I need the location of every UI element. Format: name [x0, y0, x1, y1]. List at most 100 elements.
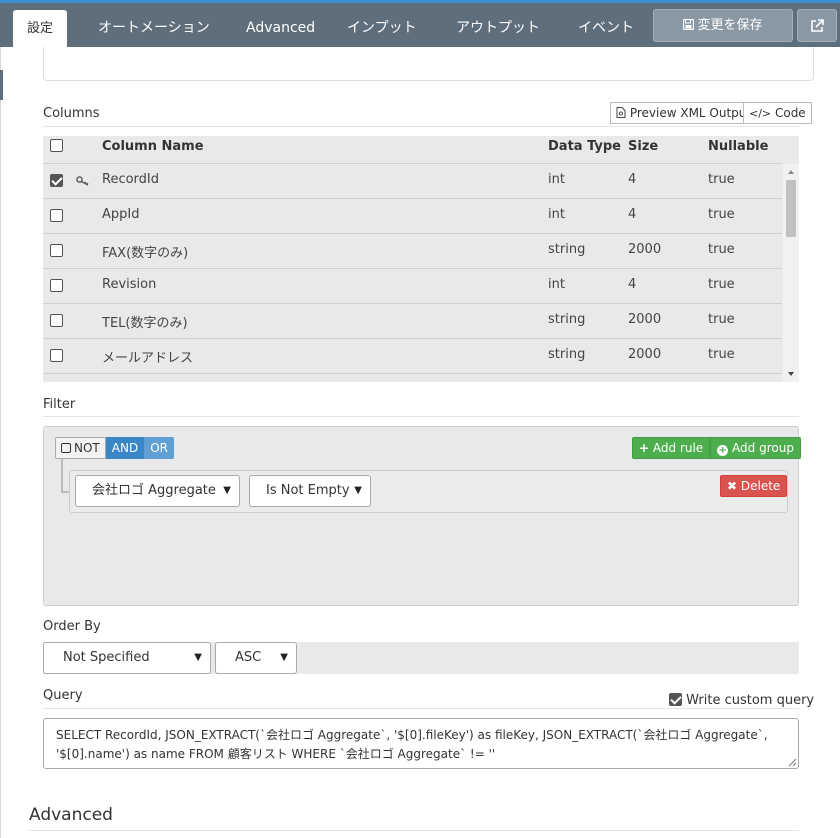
not-checkbox-icon: [61, 443, 71, 453]
table-row[interactable]: FAX(数字のみ) string 2000 true: [43, 233, 782, 268]
add-rule-button[interactable]: + Add rule: [632, 437, 711, 459]
document-icon: [616, 107, 626, 118]
close-icon: ✖: [727, 479, 738, 493]
column-size: 4: [628, 207, 637, 222]
rule-field-select[interactable]: 会社ロゴ Aggregate ▼: [75, 475, 240, 507]
row-checkbox[interactable]: [50, 244, 63, 257]
columns-divider: [43, 126, 799, 127]
column-type: int: [548, 207, 565, 222]
scroll-down-arrow-icon: [788, 372, 794, 376]
order-direction-value: ASC: [235, 650, 262, 665]
table-row[interactable]: TEL(数字のみ) string 2000 true: [43, 303, 782, 338]
column-name: FAX(数字のみ): [102, 246, 189, 261]
table-row[interactable]: メールアドレス string 2000 true: [43, 338, 782, 373]
table-row[interactable]: RecordId int 4 true: [43, 163, 782, 198]
column-name: メールアドレス: [102, 351, 194, 366]
preview-xml-button[interactable]: Preview XML Output: [610, 102, 758, 124]
header-data-type: Data Type: [548, 139, 621, 154]
row-checkbox[interactable]: [50, 349, 63, 362]
scroll-up-arrow-icon: [788, 170, 794, 174]
column-size: 4: [628, 172, 637, 187]
row-checkbox[interactable]: [50, 174, 63, 187]
add-group-button[interactable]: + Add group: [710, 437, 801, 459]
tab-output[interactable]: アウトプット: [456, 10, 540, 47]
plus-icon: +: [639, 441, 650, 455]
custom-query-checkbox[interactable]: [669, 693, 682, 706]
column-nullable: true: [708, 172, 735, 187]
column-name: AppId: [102, 207, 140, 222]
order-by-field-select[interactable]: Not Specified ▼: [43, 642, 211, 674]
order-direction-select[interactable]: ASC ▼: [215, 642, 297, 674]
column-name: RecordId: [102, 172, 160, 187]
row-checkbox[interactable]: [50, 279, 63, 292]
column-name: Revision: [102, 277, 157, 292]
add-group-label: Add group: [732, 441, 794, 455]
column-type: string: [548, 312, 586, 327]
tab-advanced[interactable]: Advanced: [246, 10, 315, 47]
custom-query-toggle[interactable]: Write custom query: [669, 693, 814, 708]
left-strip: [0, 70, 3, 100]
select-all-checkbox[interactable]: [50, 139, 63, 152]
code-button[interactable]: </> Code: [743, 102, 812, 124]
columns-table: Column Name Data Type Size Nullable Reco…: [43, 136, 799, 382]
filter-divider: [43, 416, 799, 417]
row-checkbox[interactable]: [50, 314, 63, 327]
code-icon: </>: [749, 107, 772, 120]
not-toggle[interactable]: NOT: [55, 437, 106, 459]
custom-query-label: Write custom query: [686, 693, 815, 708]
chevron-down-icon: ▼: [194, 652, 202, 663]
columns-title: Columns: [43, 106, 100, 121]
resize-handle-icon: [788, 758, 797, 767]
query-textarea[interactable]: SELECT RecordId, JSON_EXTRACT(`会社ロゴ Aggr…: [43, 718, 799, 769]
delete-rule-button[interactable]: ✖ Delete: [720, 475, 788, 497]
or-button[interactable]: OR: [144, 437, 174, 459]
left-border: [0, 47, 1, 838]
column-nullable: true: [708, 207, 735, 222]
filter-title: Filter: [43, 397, 76, 412]
column-type: int: [548, 277, 565, 292]
scroll-thumb[interactable]: [786, 180, 796, 237]
key-icon: [76, 176, 89, 186]
plus-circle-icon: +: [717, 445, 729, 456]
open-external-button[interactable]: [797, 9, 837, 42]
header-nullable: Nullable: [708, 139, 769, 154]
column-type: int: [548, 172, 565, 187]
column-nullable: true: [708, 242, 735, 257]
column-size: 2000: [628, 242, 662, 257]
column-nullable: true: [708, 277, 735, 292]
external-link-icon: [811, 19, 824, 32]
chevron-down-icon: ▼: [354, 485, 362, 496]
header-size: Size: [628, 139, 659, 154]
column-nullable: true: [708, 312, 735, 327]
tab-settings[interactable]: 設定: [13, 10, 68, 47]
tab-input[interactable]: インプット: [347, 10, 417, 47]
column-name: TEL(数字のみ): [102, 316, 188, 331]
query-divider: [43, 708, 799, 709]
row-checkbox[interactable]: [50, 209, 63, 222]
column-size: 4: [628, 277, 637, 292]
chevron-down-icon: ▼: [223, 485, 231, 496]
rule-field-value: 会社ロゴ Aggregate: [92, 483, 216, 498]
table-header: Column Name Data Type Size Nullable: [43, 136, 799, 164]
column-size: 2000: [628, 347, 662, 362]
top-accent-line: [0, 0, 840, 3]
and-button[interactable]: AND: [105, 437, 145, 459]
not-label: NOT: [74, 441, 100, 455]
save-changes-button[interactable]: 変更を保存: [653, 9, 793, 42]
header-column-name: Column Name: [102, 139, 204, 154]
advanced-section-title: Advanced: [29, 805, 113, 825]
delete-label: Delete: [740, 479, 781, 493]
column-nullable: true: [708, 347, 735, 362]
table-scrollbar[interactable]: [783, 164, 799, 382]
table-row[interactable]: Revision int 4 true: [43, 268, 782, 303]
chevron-down-icon: ▼: [280, 652, 288, 663]
table-row-partial: [43, 373, 782, 382]
column-size: 2000: [628, 312, 662, 327]
condition-group-toggle: NOT AND OR: [55, 437, 174, 459]
rule-operator-select[interactable]: Is Not Empty ▼: [249, 475, 371, 507]
tab-automation[interactable]: オートメーション: [98, 10, 210, 47]
add-rule-label: Add rule: [652, 441, 704, 455]
save-changes-label: 変更を保存: [697, 18, 763, 33]
table-row[interactable]: AppId int 4 true: [43, 198, 782, 233]
tab-events[interactable]: イベント: [578, 10, 634, 47]
